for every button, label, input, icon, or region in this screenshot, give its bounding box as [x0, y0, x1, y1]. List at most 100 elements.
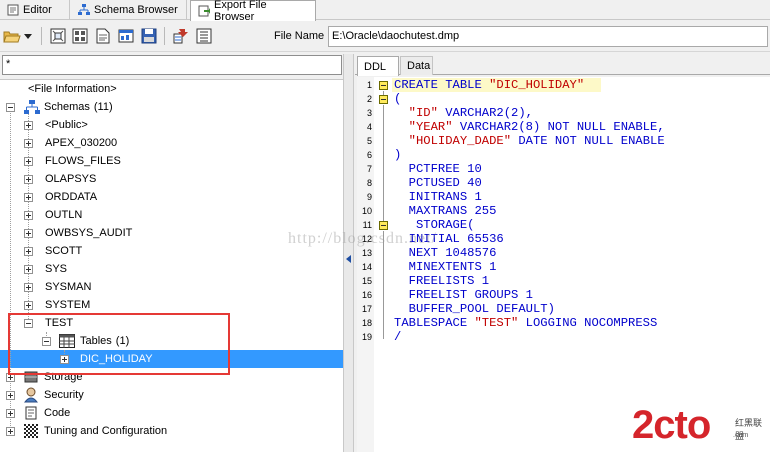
- open-folder-button[interactable]: [3, 27, 21, 45]
- tree-item-security[interactable]: Security: [24, 386, 84, 404]
- tree-item-schemas[interactable]: Schemas (11): [24, 98, 113, 116]
- schema-item[interactable]: OLAPSYS: [45, 170, 96, 188]
- code-line: FREELISTS 1: [394, 274, 490, 288]
- expand-toggle[interactable]: [24, 247, 33, 256]
- fold-marker-icon[interactable]: [379, 95, 388, 104]
- line-number: 6: [366, 150, 372, 160]
- toolbar: File Name E:\Oracle\daochutest.dmp: [0, 21, 770, 52]
- tab-schema-browser[interactable]: Schema Browser: [71, 0, 187, 20]
- expand-toggle[interactable]: [24, 121, 33, 130]
- ddl-editor[interactable]: 1 2 3 4 5 6 7 8 9 10 11 12 13 14 15 16 1…: [357, 77, 770, 452]
- schema-item[interactable]: SYSMAN: [45, 278, 91, 296]
- code-line: BUFFER_POOL DEFAULT): [394, 302, 555, 316]
- tab-export-file-browser[interactable]: Export File Browser: [190, 0, 316, 23]
- tree-item-tuning[interactable]: Tuning and Configuration: [24, 422, 167, 440]
- document-icon: [96, 28, 110, 44]
- collapse-schemas-toggle[interactable]: [6, 103, 15, 112]
- code-line: /: [394, 330, 402, 344]
- panel-splitter[interactable]: [343, 54, 354, 452]
- tuning-icon: [24, 424, 38, 438]
- tuning-label: Tuning and Configuration: [44, 425, 168, 437]
- schema-label: APEX_030200: [45, 137, 118, 149]
- schema-item[interactable]: FLOWS_FILES: [45, 152, 121, 170]
- code-label: Code: [44, 407, 71, 419]
- expand-toggle[interactable]: [24, 229, 33, 238]
- expand-all-button[interactable]: [49, 27, 67, 45]
- schema-item[interactable]: SYS: [45, 260, 67, 278]
- expand-toggle[interactable]: [6, 427, 15, 436]
- collapse-left-arrow-icon[interactable]: [346, 255, 351, 263]
- expand-toggle[interactable]: [24, 265, 33, 274]
- file-name-field[interactable]: E:\Oracle\daochutest.dmp: [328, 26, 768, 47]
- line-number: 19: [361, 332, 372, 342]
- window-button[interactable]: [117, 27, 135, 45]
- tab-editor[interactable]: Editor: [0, 0, 70, 20]
- expand-toggle[interactable]: [24, 301, 33, 310]
- options-button[interactable]: [195, 27, 213, 45]
- line-number: 11: [362, 220, 372, 230]
- schema-label: ORDDATA: [45, 191, 98, 203]
- window-icon: [118, 29, 134, 43]
- schema-filter-input[interactable]: *: [2, 55, 342, 75]
- code-line: MINEXTENTS 1: [394, 260, 497, 274]
- schema-browser-icon: [78, 4, 90, 16]
- expand-toggle[interactable]: [24, 211, 33, 220]
- schema-item[interactable]: <Public>: [45, 116, 88, 134]
- code-line: MAXTRANS 255: [394, 204, 497, 218]
- code-line: PCTFREE 10: [394, 162, 482, 176]
- expand-toggle[interactable]: [24, 157, 33, 166]
- expand-toggle[interactable]: [24, 175, 33, 184]
- grid-expand-icon: [50, 28, 66, 44]
- schema-item[interactable]: OWBSYS_AUDIT: [45, 224, 132, 242]
- tab-data[interactable]: Data: [400, 56, 433, 75]
- schema-item[interactable]: OUTLN: [45, 206, 82, 224]
- expand-toggle[interactable]: [24, 283, 33, 292]
- line-number: 9: [366, 192, 372, 202]
- document-button[interactable]: [94, 27, 112, 45]
- tab-data-label: Data: [407, 60, 431, 72]
- schema-item[interactable]: APEX_030200: [45, 134, 117, 152]
- save-button[interactable]: [140, 27, 158, 45]
- schema-label: SCOTT: [45, 245, 83, 257]
- schema-label: SYSMAN: [45, 281, 92, 293]
- tab-editor-label: Editor: [23, 4, 52, 16]
- line-number: 17: [361, 304, 372, 314]
- fold-line: [383, 157, 384, 221]
- export-button[interactable]: [172, 27, 190, 45]
- blog-watermark: http://blog.csdn.net/: [288, 230, 437, 247]
- tree-item-code[interactable]: Code: [24, 404, 70, 422]
- export-icon: [173, 29, 188, 44]
- line-number: 3: [366, 108, 372, 118]
- fold-marker-icon[interactable]: [379, 81, 388, 90]
- editor-icon: [7, 4, 19, 16]
- schema-label: SYSTEM: [45, 299, 91, 311]
- fold-marker-icon[interactable]: [379, 221, 388, 230]
- collapse-all-button[interactable]: [71, 27, 89, 45]
- schema-item[interactable]: ORDDATA: [45, 188, 97, 206]
- line-number: 15: [361, 276, 372, 286]
- tree-line: [10, 104, 11, 436]
- line-number: 8: [366, 178, 372, 188]
- schema-tree: <File Information> Schemas (11) <Public>…: [0, 79, 343, 452]
- open-dropdown-button[interactable]: [22, 27, 34, 45]
- expand-toggle[interactable]: [24, 139, 33, 148]
- expand-toggle[interactable]: [6, 391, 15, 400]
- tree-item-file-information[interactable]: <File Information>: [28, 80, 117, 98]
- line-number: 2: [366, 94, 372, 104]
- tab-ddl[interactable]: DDL: [357, 56, 399, 76]
- schema-item[interactable]: SYSTEM: [45, 296, 90, 314]
- tab-export-file-browser-label: Export File Browser: [214, 0, 267, 23]
- tab-strip: Editor Schema Browser Export File Browse…: [0, 0, 770, 23]
- code-line: "HOLIDAY_DADE" DATE NOT NULL ENABLE: [408, 134, 665, 148]
- code-line: INITRANS 1: [394, 190, 482, 204]
- schemas-label: Schemas: [44, 101, 90, 113]
- schema-label: OUTLN: [45, 209, 83, 221]
- highlight-annotation-box: [8, 313, 230, 375]
- line-number: 18: [361, 318, 372, 328]
- code-line: ): [394, 148, 402, 162]
- expand-toggle[interactable]: [24, 193, 33, 202]
- schema-item[interactable]: SCOTT: [45, 242, 82, 260]
- export-file-icon: [198, 5, 211, 17]
- right-tab-strip: DDL Data: [355, 54, 770, 76]
- expand-toggle[interactable]: [6, 409, 15, 418]
